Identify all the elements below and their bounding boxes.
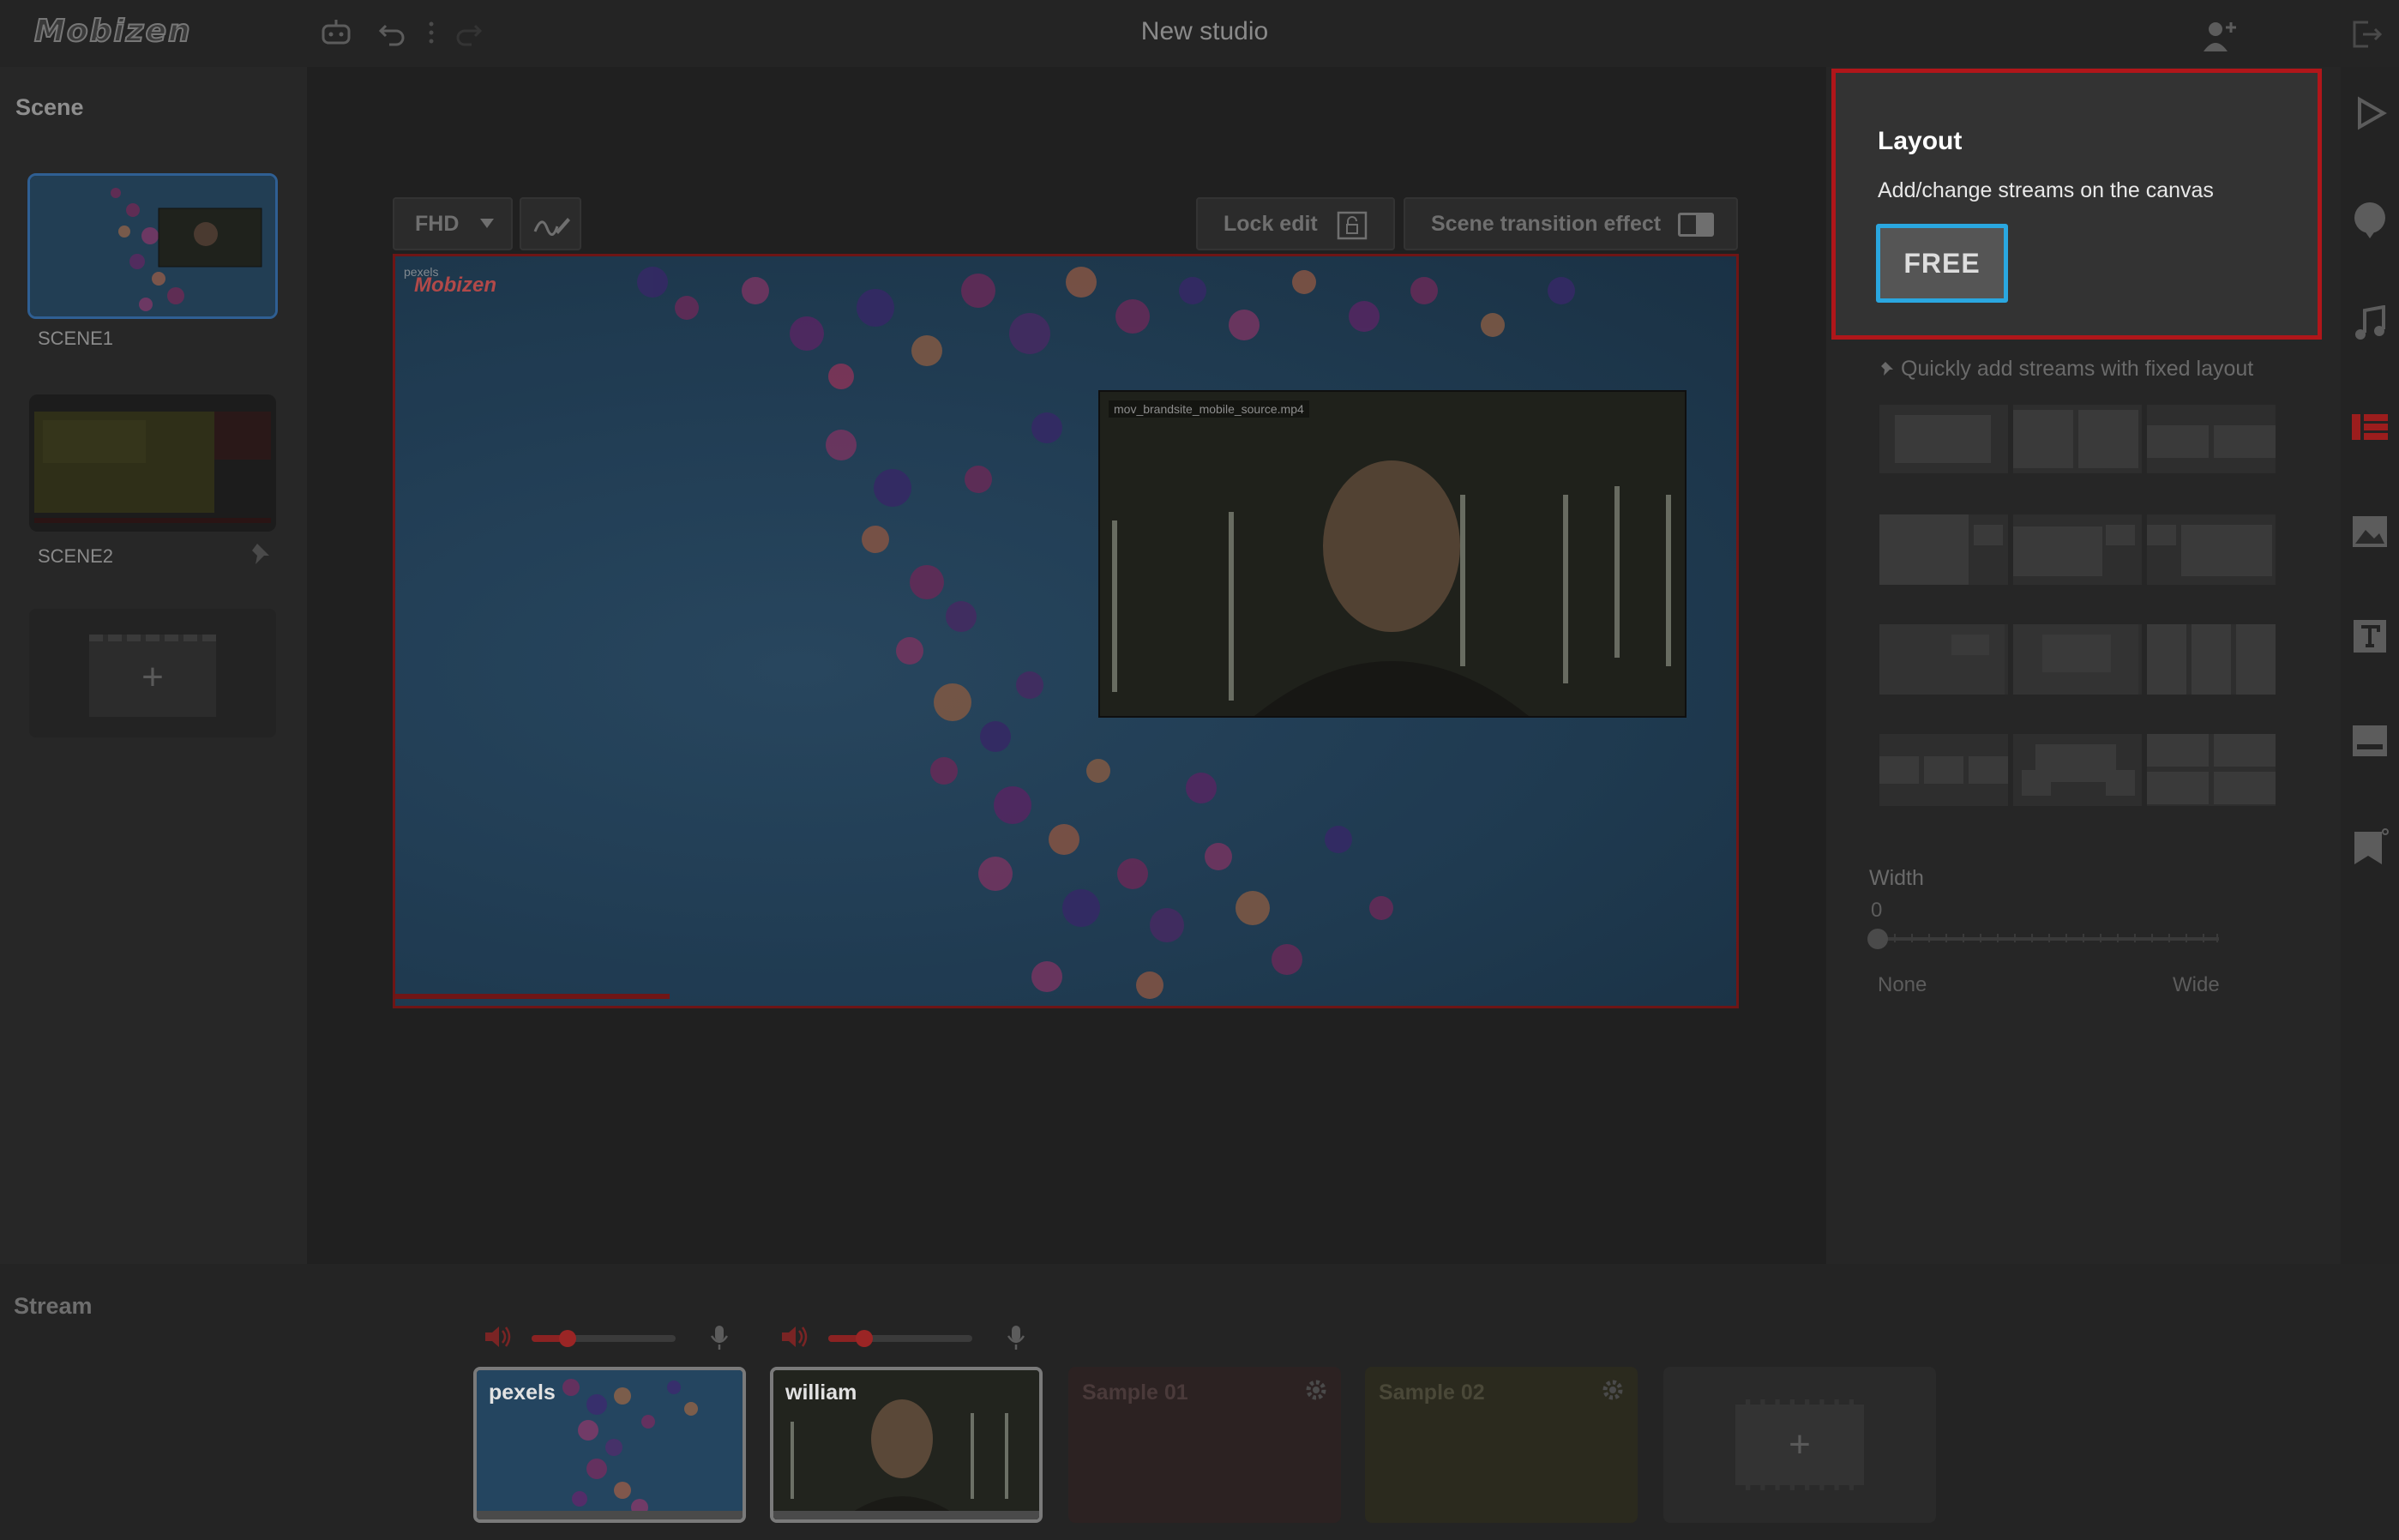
music-icon[interactable] — [2349, 304, 2390, 346]
resolution-dropdown[interactable]: FHD — [393, 197, 513, 250]
width-min-label: None — [1878, 973, 1927, 996]
undo-icon[interactable] — [377, 17, 408, 53]
width-slider-knob[interactable] — [1867, 929, 1888, 949]
volume-knob-william[interactable] — [856, 1330, 873, 1347]
layout-subtitle: Add/change streams on the canvas — [1878, 178, 2214, 202]
layout-preset-row-3[interactable] — [1879, 734, 2008, 806]
quick-layout-tip-text: Quickly add streams with fixed layout — [1900, 357, 2254, 381]
speaker-icon[interactable] — [780, 1324, 809, 1356]
scene-transition-toggle[interactable]: Scene transition effect — [1404, 197, 1738, 250]
lock-icon — [1335, 209, 1369, 246]
lock-edit-label: Lock edit — [1224, 212, 1318, 236]
pen-icon — [533, 209, 571, 243]
mic-icon[interactable] — [1007, 1324, 1025, 1357]
scene-thumbnail-2[interactable] — [29, 394, 276, 532]
width-max-label: Wide — [2173, 973, 2220, 996]
quick-layout-tip: Quickly add streams with fixed layout — [1879, 357, 2253, 382]
stream-card-sample-02[interactable]: Sample 02 — [1365, 1367, 1638, 1523]
subtitle-icon[interactable] — [2349, 724, 2390, 765]
layout-heading: Layout — [1878, 127, 1963, 155]
chevron-down-icon — [478, 214, 496, 236]
bookmark-icon[interactable] — [2349, 828, 2390, 869]
volume-knob-pexels[interactable] — [559, 1330, 576, 1347]
add-user-icon[interactable] — [2200, 17, 2240, 60]
pin-icon[interactable] — [249, 540, 273, 568]
play-icon[interactable] — [2349, 96, 2390, 137]
volume-slider-william[interactable] — [828, 1335, 972, 1342]
toggle-switch[interactable] — [1678, 213, 1714, 237]
stream-name: Sample 01 — [1082, 1381, 1188, 1405]
layout-preset-split-2-wide[interactable] — [2147, 405, 2276, 473]
layout-preset-single[interactable] — [1879, 405, 2008, 473]
width-label: Width — [1869, 866, 1924, 890]
robot-icon[interactable] — [319, 17, 353, 53]
resolution-value: FHD — [415, 212, 460, 236]
more-icon[interactable] — [425, 17, 437, 53]
add-scene-button[interactable]: + — [29, 609, 276, 737]
redo-icon[interactable] — [453, 17, 484, 53]
scene-panel-title: Scene — [15, 94, 84, 120]
stream-name: pexels — [489, 1381, 556, 1405]
layout-preset-inset-center[interactable] — [2013, 624, 2142, 695]
layout-preset-center-overlap[interactable] — [2013, 734, 2142, 806]
add-stream-plus: + — [1789, 1423, 1811, 1465]
layout-preset-pip-corner[interactable] — [2013, 514, 2142, 585]
chat-icon[interactable] — [2349, 201, 2390, 242]
pin-icon — [1879, 357, 1901, 381]
layout-preset-pip-top-left[interactable] — [2147, 514, 2276, 585]
layout-preset-split-2[interactable] — [2013, 405, 2142, 473]
scene-label-1: SCENE1 — [38, 328, 114, 349]
right-tool-rail — [2341, 67, 2399, 1264]
image-icon[interactable] — [2349, 514, 2390, 556]
stream-panel-title: Stream — [14, 1293, 93, 1319]
stream-card-william[interactable]: william — [770, 1367, 1043, 1523]
settings-gear-icon[interactable] — [1303, 1377, 1329, 1407]
layout-preset-split-3[interactable] — [2147, 624, 2276, 695]
draw-tool-button[interactable] — [520, 197, 581, 250]
volume-slider-pexels[interactable] — [532, 1335, 676, 1342]
mic-icon[interactable] — [710, 1324, 729, 1357]
add-stream-button[interactable]: + — [1663, 1367, 1936, 1523]
broadcast-canvas[interactable]: pexels Mobizen mov_brandsite_mobile_sour… — [393, 254, 1739, 1008]
scene-transition-label: Scene transition effect — [1431, 212, 1662, 236]
layout-preset-pip-top-right[interactable] — [1879, 514, 2008, 585]
mobizen-logo: Mobizen — [33, 13, 192, 50]
stream-name: william — [785, 1381, 857, 1405]
scene-thumbnail-1[interactable] — [27, 173, 278, 319]
settings-gear-icon[interactable] — [1600, 1377, 1626, 1407]
width-slider-track[interactable] — [1878, 934, 2219, 942]
studio-title[interactable]: New studio — [1115, 17, 1295, 46]
layout-preset-grid-4[interactable] — [2147, 734, 2276, 806]
speaker-icon[interactable] — [484, 1324, 513, 1356]
lock-edit-toggle[interactable]: Lock edit — [1196, 197, 1395, 250]
canvas-overlay — [395, 256, 1736, 1006]
stream-card-sample-01[interactable]: Sample 01 — [1068, 1367, 1341, 1523]
exit-icon[interactable] — [2349, 17, 2384, 57]
text-icon[interactable] — [2349, 619, 2390, 660]
scene-label-2: SCENE2 — [38, 545, 114, 567]
layout-icon[interactable] — [2349, 410, 2390, 451]
stream-card-pexels[interactable]: pexels — [473, 1367, 746, 1523]
layout-preset-inset-right[interactable] — [1879, 624, 2008, 695]
add-scene-plus: + — [141, 656, 164, 698]
stream-name: Sample 02 — [1379, 1381, 1485, 1405]
width-value: 0 — [1871, 899, 1883, 922]
free-layout-button[interactable]: FREE — [1876, 224, 2008, 303]
